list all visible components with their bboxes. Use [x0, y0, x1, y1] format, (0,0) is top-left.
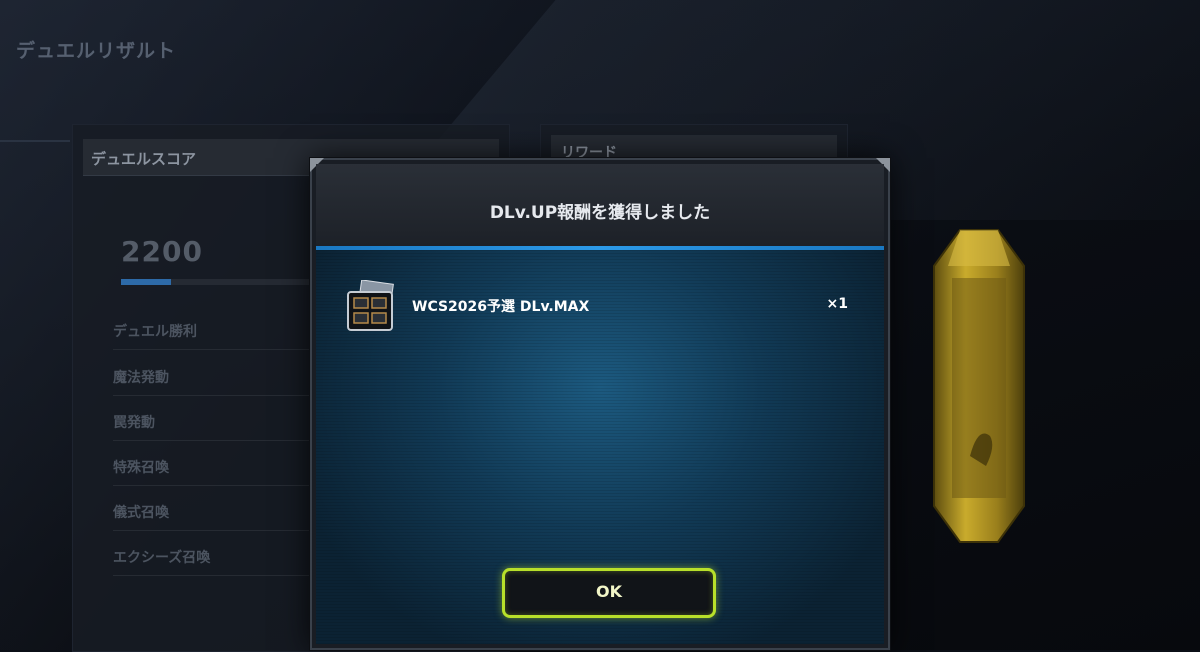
ok-button[interactable]: OK: [502, 568, 716, 618]
stat-row-ritual-summon: 儀式召喚: [113, 502, 313, 531]
crystal-icon: [933, 229, 1025, 543]
ok-button-label: OK: [596, 582, 622, 601]
duel-score-value: 2200: [121, 235, 203, 268]
dialog-title: DLv.UP報酬を獲得しました: [489, 203, 711, 223]
stat-row-special-summon: 特殊召喚: [113, 457, 313, 486]
stat-row-xyz-summon: エクシーズ召喚: [113, 547, 313, 576]
dialog-body: WCS2026予選 DLv.MAX ×1 OK: [316, 250, 884, 644]
stat-row-trap-activate: 罠発動: [113, 412, 313, 441]
score-progress-bar: [121, 279, 321, 285]
score-progress-fill: [121, 279, 171, 285]
dialog-header: DLv.UP報酬を獲得しました: [316, 164, 884, 246]
reward-item-quantity: ×1: [826, 296, 848, 312]
background-line: [0, 140, 70, 142]
reward-dialog: DLv.UP報酬を獲得しました WCS2026予選 DLv.MAX ×1 OK: [310, 158, 890, 650]
deck-case-icon: [347, 280, 394, 331]
screen-title: デュエルリザルト: [16, 40, 177, 62]
stat-row-spell-activate: 魔法発動: [113, 367, 313, 396]
stat-row-duel-win: デュエル勝利: [113, 321, 313, 350]
duel-score-header-label: デュエルスコア: [91, 150, 197, 168]
reward-item-name: WCS2026予選 DLv.MAX: [412, 299, 590, 315]
reward-item: WCS2026予選 DLv.MAX ×1: [346, 278, 854, 336]
